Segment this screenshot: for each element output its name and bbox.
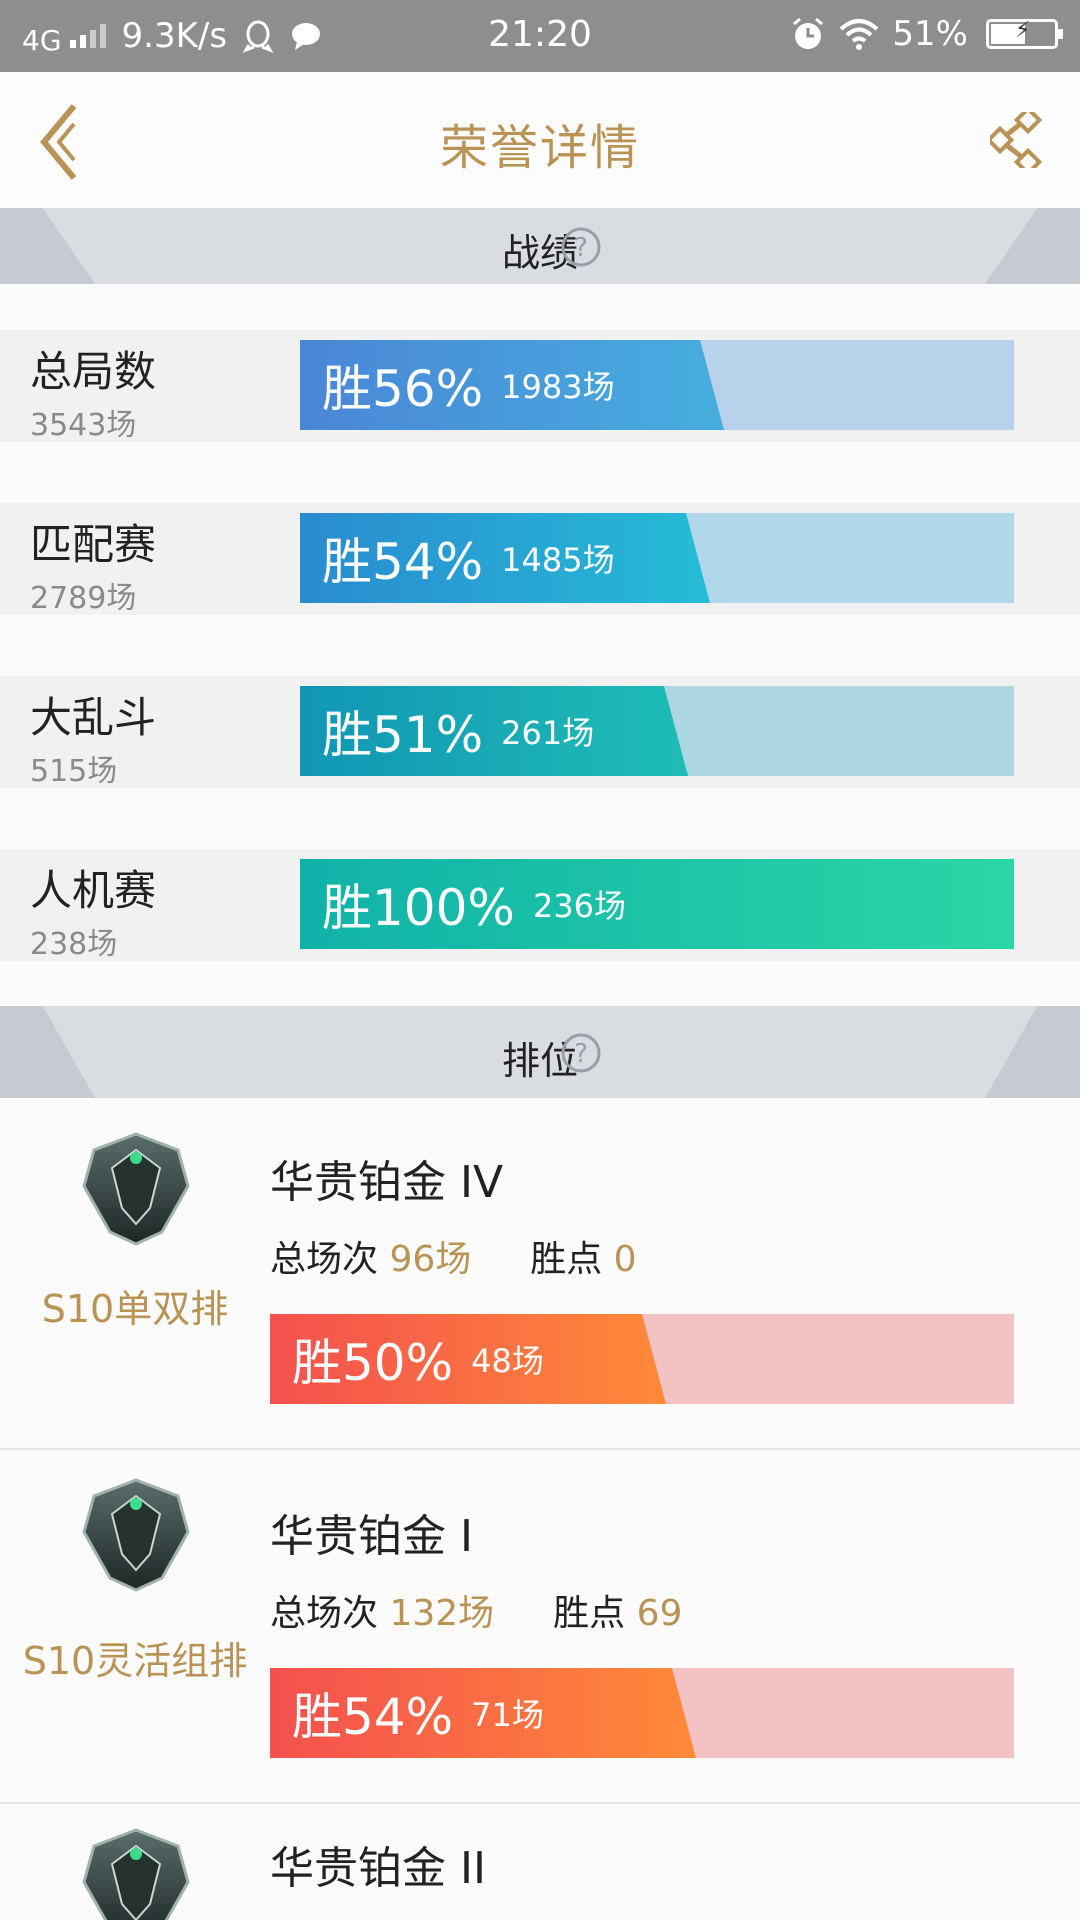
section-title: 排位: [501, 1039, 578, 1083]
rank-entry[interactable]: S10单双排 华贵铂金 IV 总场次 96场 胜点 0 胜50% 48场: [0, 1098, 1080, 1450]
win-rate: 胜54%: [322, 533, 484, 591]
win-rate: 胜50%: [292, 1334, 454, 1392]
stat-row[interactable]: 总局数 3543场 胜56% 1983场: [0, 330, 1080, 443]
rank-entry[interactable]: 华贵铂金 II: [0, 1806, 1080, 1920]
points-label: 胜点: [530, 1239, 603, 1280]
rank-win-bar: 胜50% 48场: [270, 1314, 1014, 1404]
battery-percent: 51%: [892, 14, 968, 54]
svg-text:?: ?: [574, 1039, 588, 1069]
rank-win-bar: 胜54% 71场: [270, 1668, 1014, 1758]
status-bar: 4G 9.3K/s 21:20 51% ⚡: [0, 0, 1080, 72]
rank-tier: 华贵铂金 I: [270, 1511, 473, 1562]
win-rate-bar: 胜56% 1983场: [300, 340, 1014, 430]
share-button[interactable]: [990, 112, 1044, 168]
rank-tier: 华贵铂金 II: [270, 1843, 486, 1894]
stat-row[interactable]: 人机赛 238场 胜100% 236场: [0, 849, 1080, 962]
app-header: 荣誉详情: [0, 72, 1080, 207]
stat-row[interactable]: 匹配赛 2789场 胜54% 1485场: [0, 503, 1080, 616]
total-label: 总场次: [270, 1239, 379, 1280]
win-rate-bar: 胜54% 1485场: [300, 513, 1014, 603]
win-games: 1485场: [501, 541, 615, 579]
win-rate: 胜100%: [322, 879, 515, 937]
platinum-badge-icon: [82, 1132, 190, 1246]
stat-count: 3543场: [30, 408, 137, 443]
rank-entry[interactable]: S10灵活组排 华贵铂金 I 总场次 132场 胜点 69 胜54% 71场: [0, 1452, 1080, 1804]
win-rate: 胜51%: [322, 706, 484, 764]
win-rate-bar: 胜100% 236场: [300, 859, 1014, 949]
stat-count: 2789场: [30, 581, 137, 616]
stat-name: 大乱斗: [30, 693, 157, 742]
points-value: 69: [636, 1593, 683, 1634]
win-rate-bar: 胜51% 261场: [300, 686, 1014, 776]
question-icon[interactable]: ?: [560, 1032, 602, 1074]
total-value: 132场: [389, 1593, 495, 1634]
total-value: 96场: [389, 1239, 472, 1280]
battery-icon: ⚡: [986, 18, 1063, 49]
win-games: 261场: [501, 714, 595, 752]
rank-mode: S10单双排: [41, 1287, 229, 1331]
platinum-badge-icon: [82, 1478, 190, 1592]
status-right: 51% ⚡: [790, 14, 1063, 54]
platinum-badge-icon: [82, 1828, 190, 1920]
win-rate: 胜56%: [322, 360, 484, 418]
alarm-icon: [793, 17, 824, 49]
stat-count: 515场: [30, 754, 118, 789]
rank-section-header: 排位 ?: [0, 1006, 1080, 1098]
section-title: 战绩: [501, 231, 578, 275]
page-title: 荣誉详情: [439, 120, 640, 176]
question-icon[interactable]: ?: [560, 226, 602, 268]
rank-stats: 总场次 96场 胜点 0: [270, 1230, 637, 1282]
win-games: 236场: [532, 887, 627, 925]
stat-name: 人机赛: [30, 866, 157, 915]
win-games: 71场: [471, 1696, 544, 1734]
stat-count: 238场: [30, 927, 118, 962]
svg-text:?: ?: [574, 233, 588, 263]
points-label: 胜点: [553, 1593, 626, 1634]
rank-tier: 华贵铂金 IV: [270, 1157, 504, 1208]
stat-row[interactable]: 大乱斗 515场 胜51% 261场: [0, 676, 1080, 789]
rank-stats: 总场次 132场 胜点 69: [270, 1584, 682, 1636]
stat-name: 匹配赛: [30, 520, 157, 569]
record-section-header: 战绩 ?: [0, 208, 1080, 284]
points-value: 0: [613, 1239, 637, 1280]
win-games: 1983场: [501, 368, 615, 406]
win-rate: 胜54%: [292, 1688, 454, 1746]
wifi-icon: [840, 19, 879, 50]
rank-mode: S10灵活组排: [22, 1639, 248, 1683]
win-games: 48场: [471, 1342, 544, 1380]
stat-name: 总局数: [30, 347, 157, 396]
total-label: 总场次: [270, 1593, 379, 1634]
